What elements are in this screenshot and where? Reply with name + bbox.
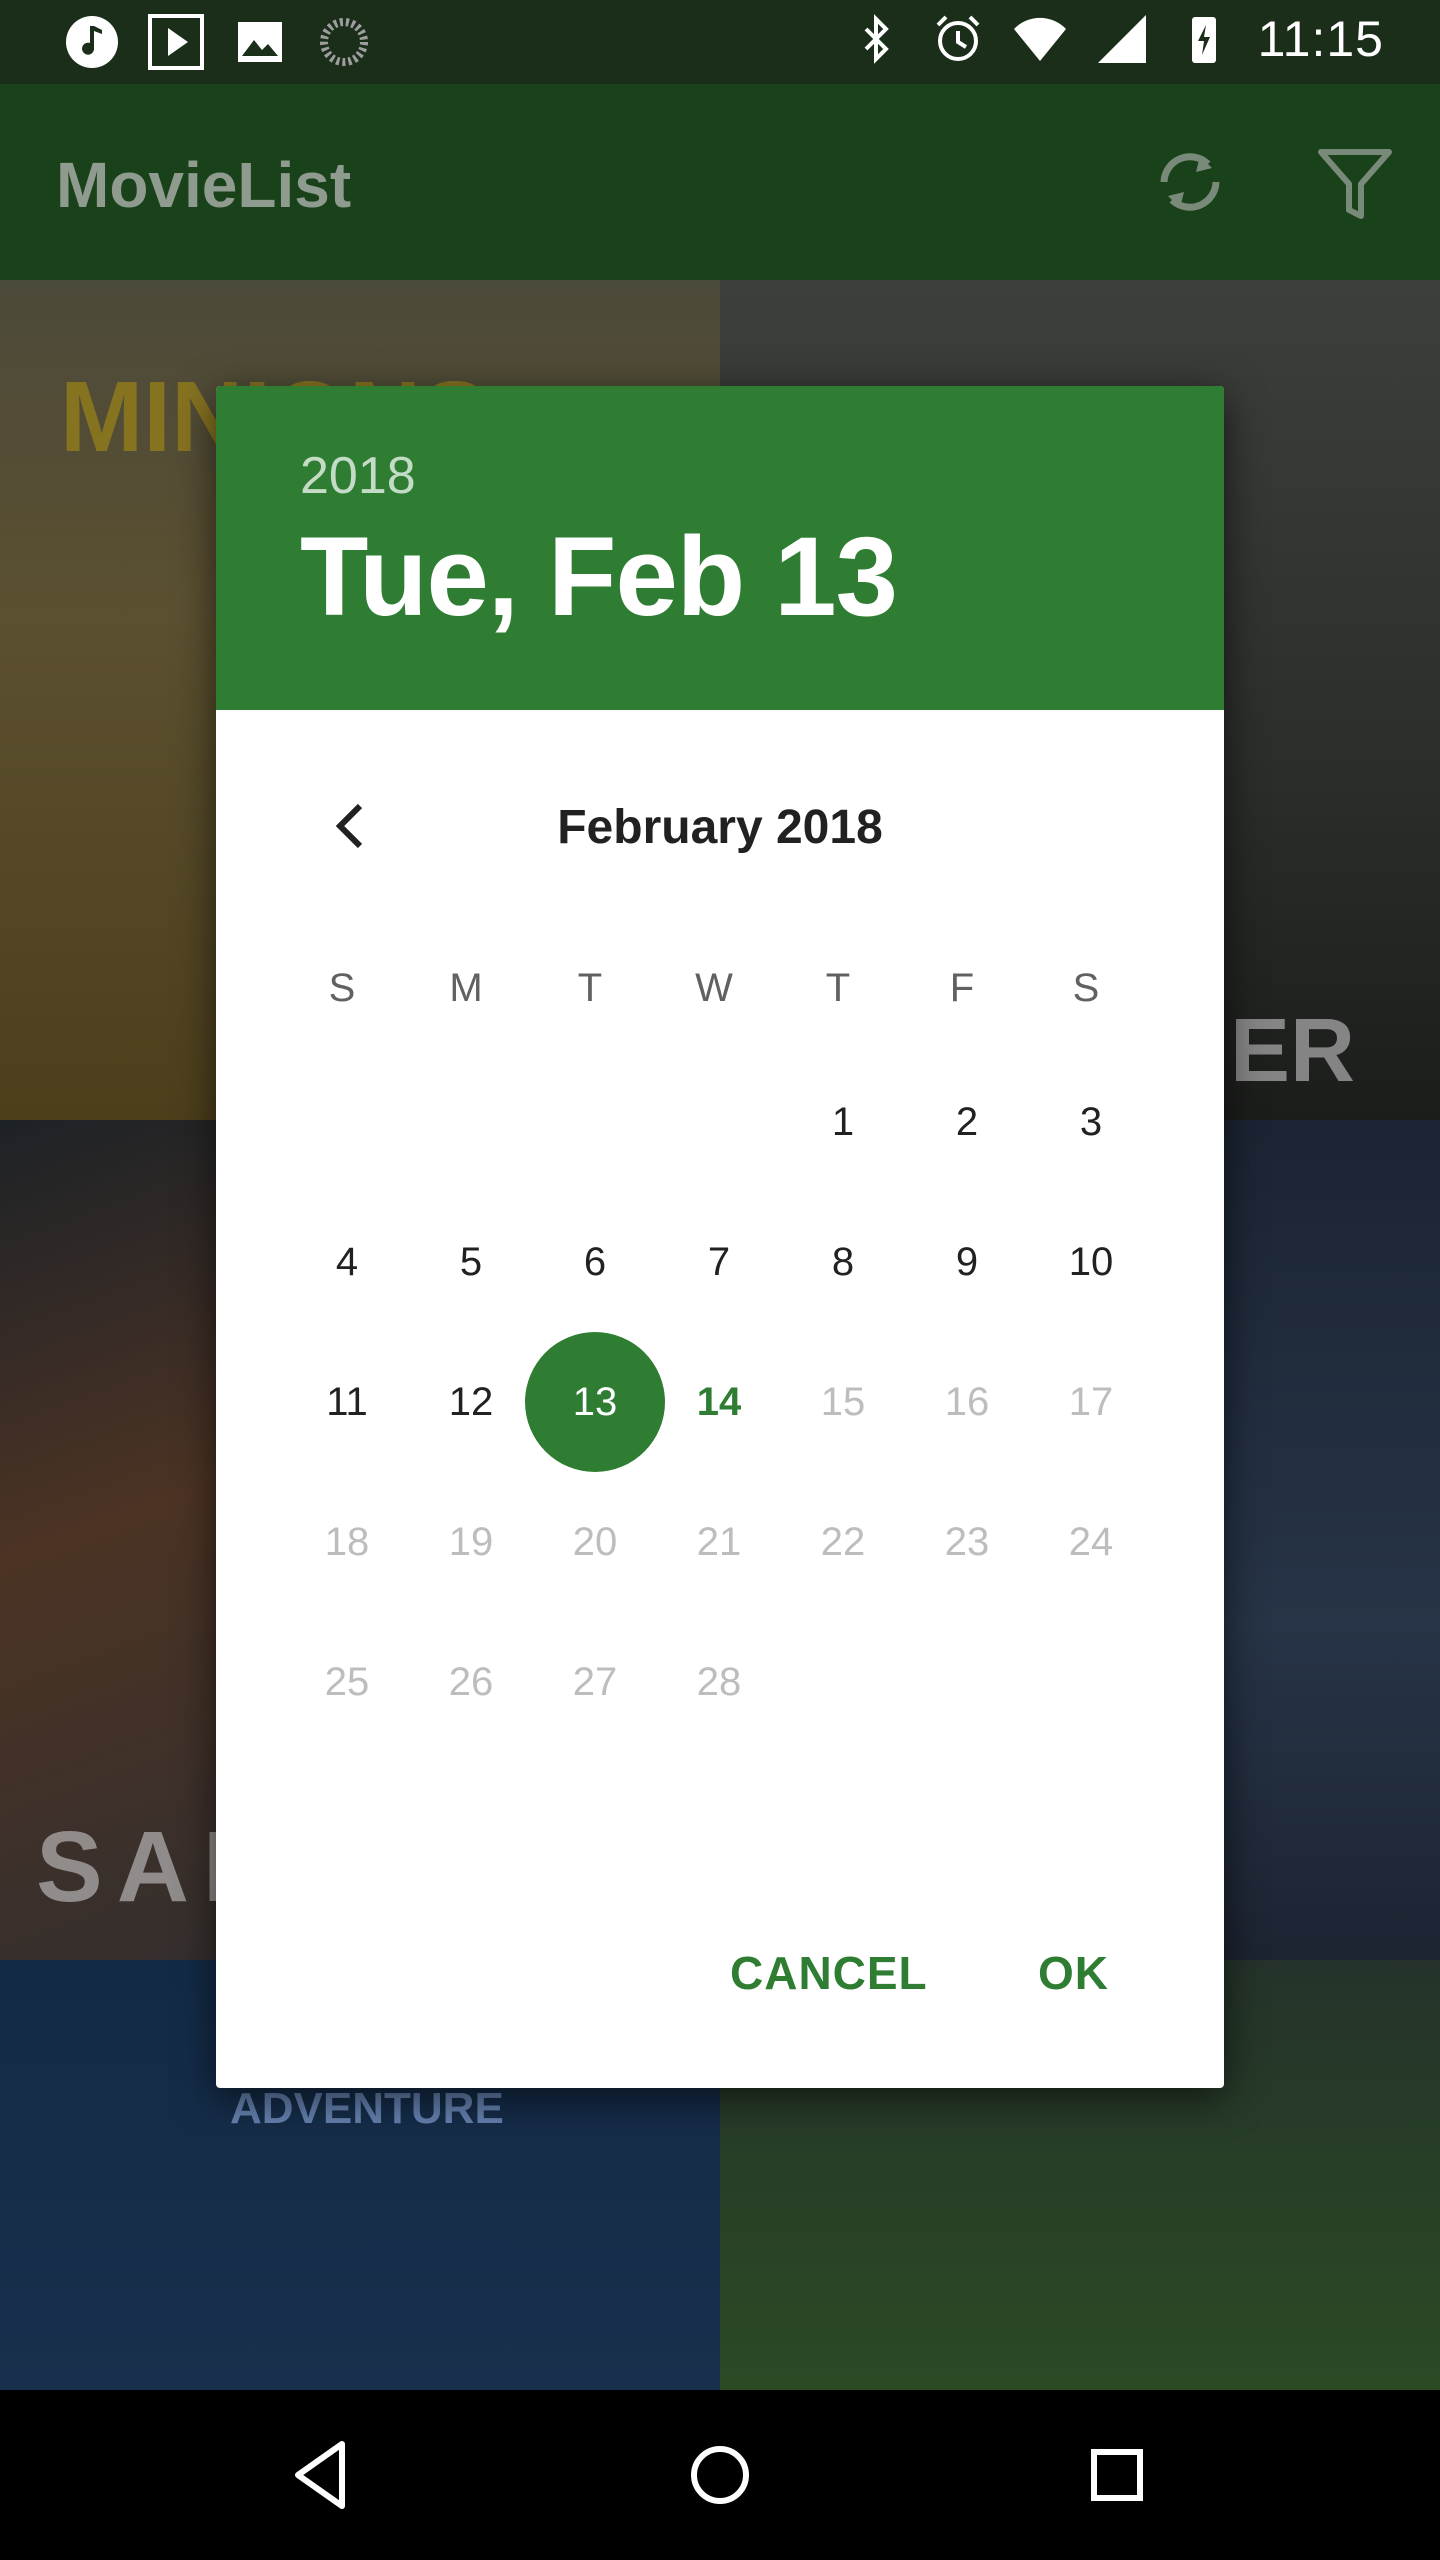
home-icon[interactable] — [675, 2430, 765, 2520]
calendar-day[interactable]: 3 — [1021, 1052, 1161, 1192]
calendar-day: 25 — [324, 1660, 370, 1704]
calendar-day[interactable]: 13 — [525, 1332, 665, 1472]
calendar-day: 21 — [696, 1520, 742, 1564]
loading-circle-icon — [320, 18, 368, 66]
wifi-icon — [1013, 17, 1066, 61]
alarm-icon — [936, 15, 979, 61]
calendar-day: 17 — [1068, 1380, 1114, 1424]
dialog-actions: CANCEL OK — [216, 1926, 1224, 2036]
calendar-day[interactable]: 10 — [1021, 1192, 1161, 1332]
calendar-day[interactable]: 5 — [401, 1192, 541, 1332]
calendar-day[interactable]: 12 — [401, 1332, 541, 1472]
calendar-day[interactable]: 14 — [649, 1332, 789, 1472]
calendar-day[interactable]: 7 — [649, 1192, 789, 1332]
calendar-day[interactable]: 2 — [897, 1052, 1037, 1192]
cancel-button[interactable]: CANCEL — [730, 1946, 928, 2000]
back-icon[interactable] — [278, 2430, 368, 2520]
app-title: MovieList — [56, 149, 352, 221]
calendar-day: 20 — [572, 1520, 618, 1564]
calendar-day: 26 — [448, 1660, 494, 1704]
battery-icon — [1191, 17, 1216, 63]
refresh-icon[interactable] — [1150, 140, 1230, 224]
calendar-day[interactable]: 8 — [773, 1192, 913, 1332]
calendar-day[interactable]: 1 — [773, 1052, 913, 1192]
calendar-day[interactable]: 6 — [525, 1192, 665, 1332]
calendar-day: 28 — [696, 1660, 742, 1704]
recents-icon[interactable] — [1072, 2430, 1162, 2520]
calendar-day[interactable]: 11 — [277, 1332, 417, 1472]
calendar-day: 24 — [1068, 1520, 1114, 1564]
calendar-day: 18 — [324, 1520, 370, 1564]
bluetooth-icon — [864, 14, 889, 64]
calendar-day: 19 — [448, 1520, 494, 1564]
calendar-day: 23 — [944, 1520, 990, 1564]
signal-icon — [1097, 15, 1146, 63]
calendar-grid: 1 2 3 4 5 6 7 8 9 10 11 12 13 14 15 16 17 18 19 20 21 22 23 24 2… — [216, 386, 1224, 2088]
app-bar: MovieList — [0, 84, 1440, 280]
nav-bar — [0, 2390, 1440, 2560]
play-store-icon — [148, 14, 204, 70]
poster-title: ER — [1230, 1001, 1356, 1101]
status-bar: 11:15 — [0, 0, 1440, 84]
calendar-day: 16 — [944, 1380, 990, 1424]
music-note-icon — [66, 16, 118, 68]
calendar-day: 22 — [820, 1520, 866, 1564]
image-icon — [238, 22, 282, 62]
calendar-day: 15 — [820, 1380, 866, 1424]
calendar-day[interactable]: 4 — [277, 1192, 417, 1332]
ok-button[interactable]: OK — [1038, 1946, 1109, 2000]
calendar-day: 27 — [572, 1660, 618, 1704]
clock: 11:15 — [1257, 11, 1384, 67]
date-picker-dialog: 2018 Tue, Feb 13 February 2018 S M T W T… — [216, 386, 1224, 2088]
filter-icon[interactable] — [1315, 140, 1395, 224]
calendar-day[interactable]: 9 — [897, 1192, 1037, 1332]
